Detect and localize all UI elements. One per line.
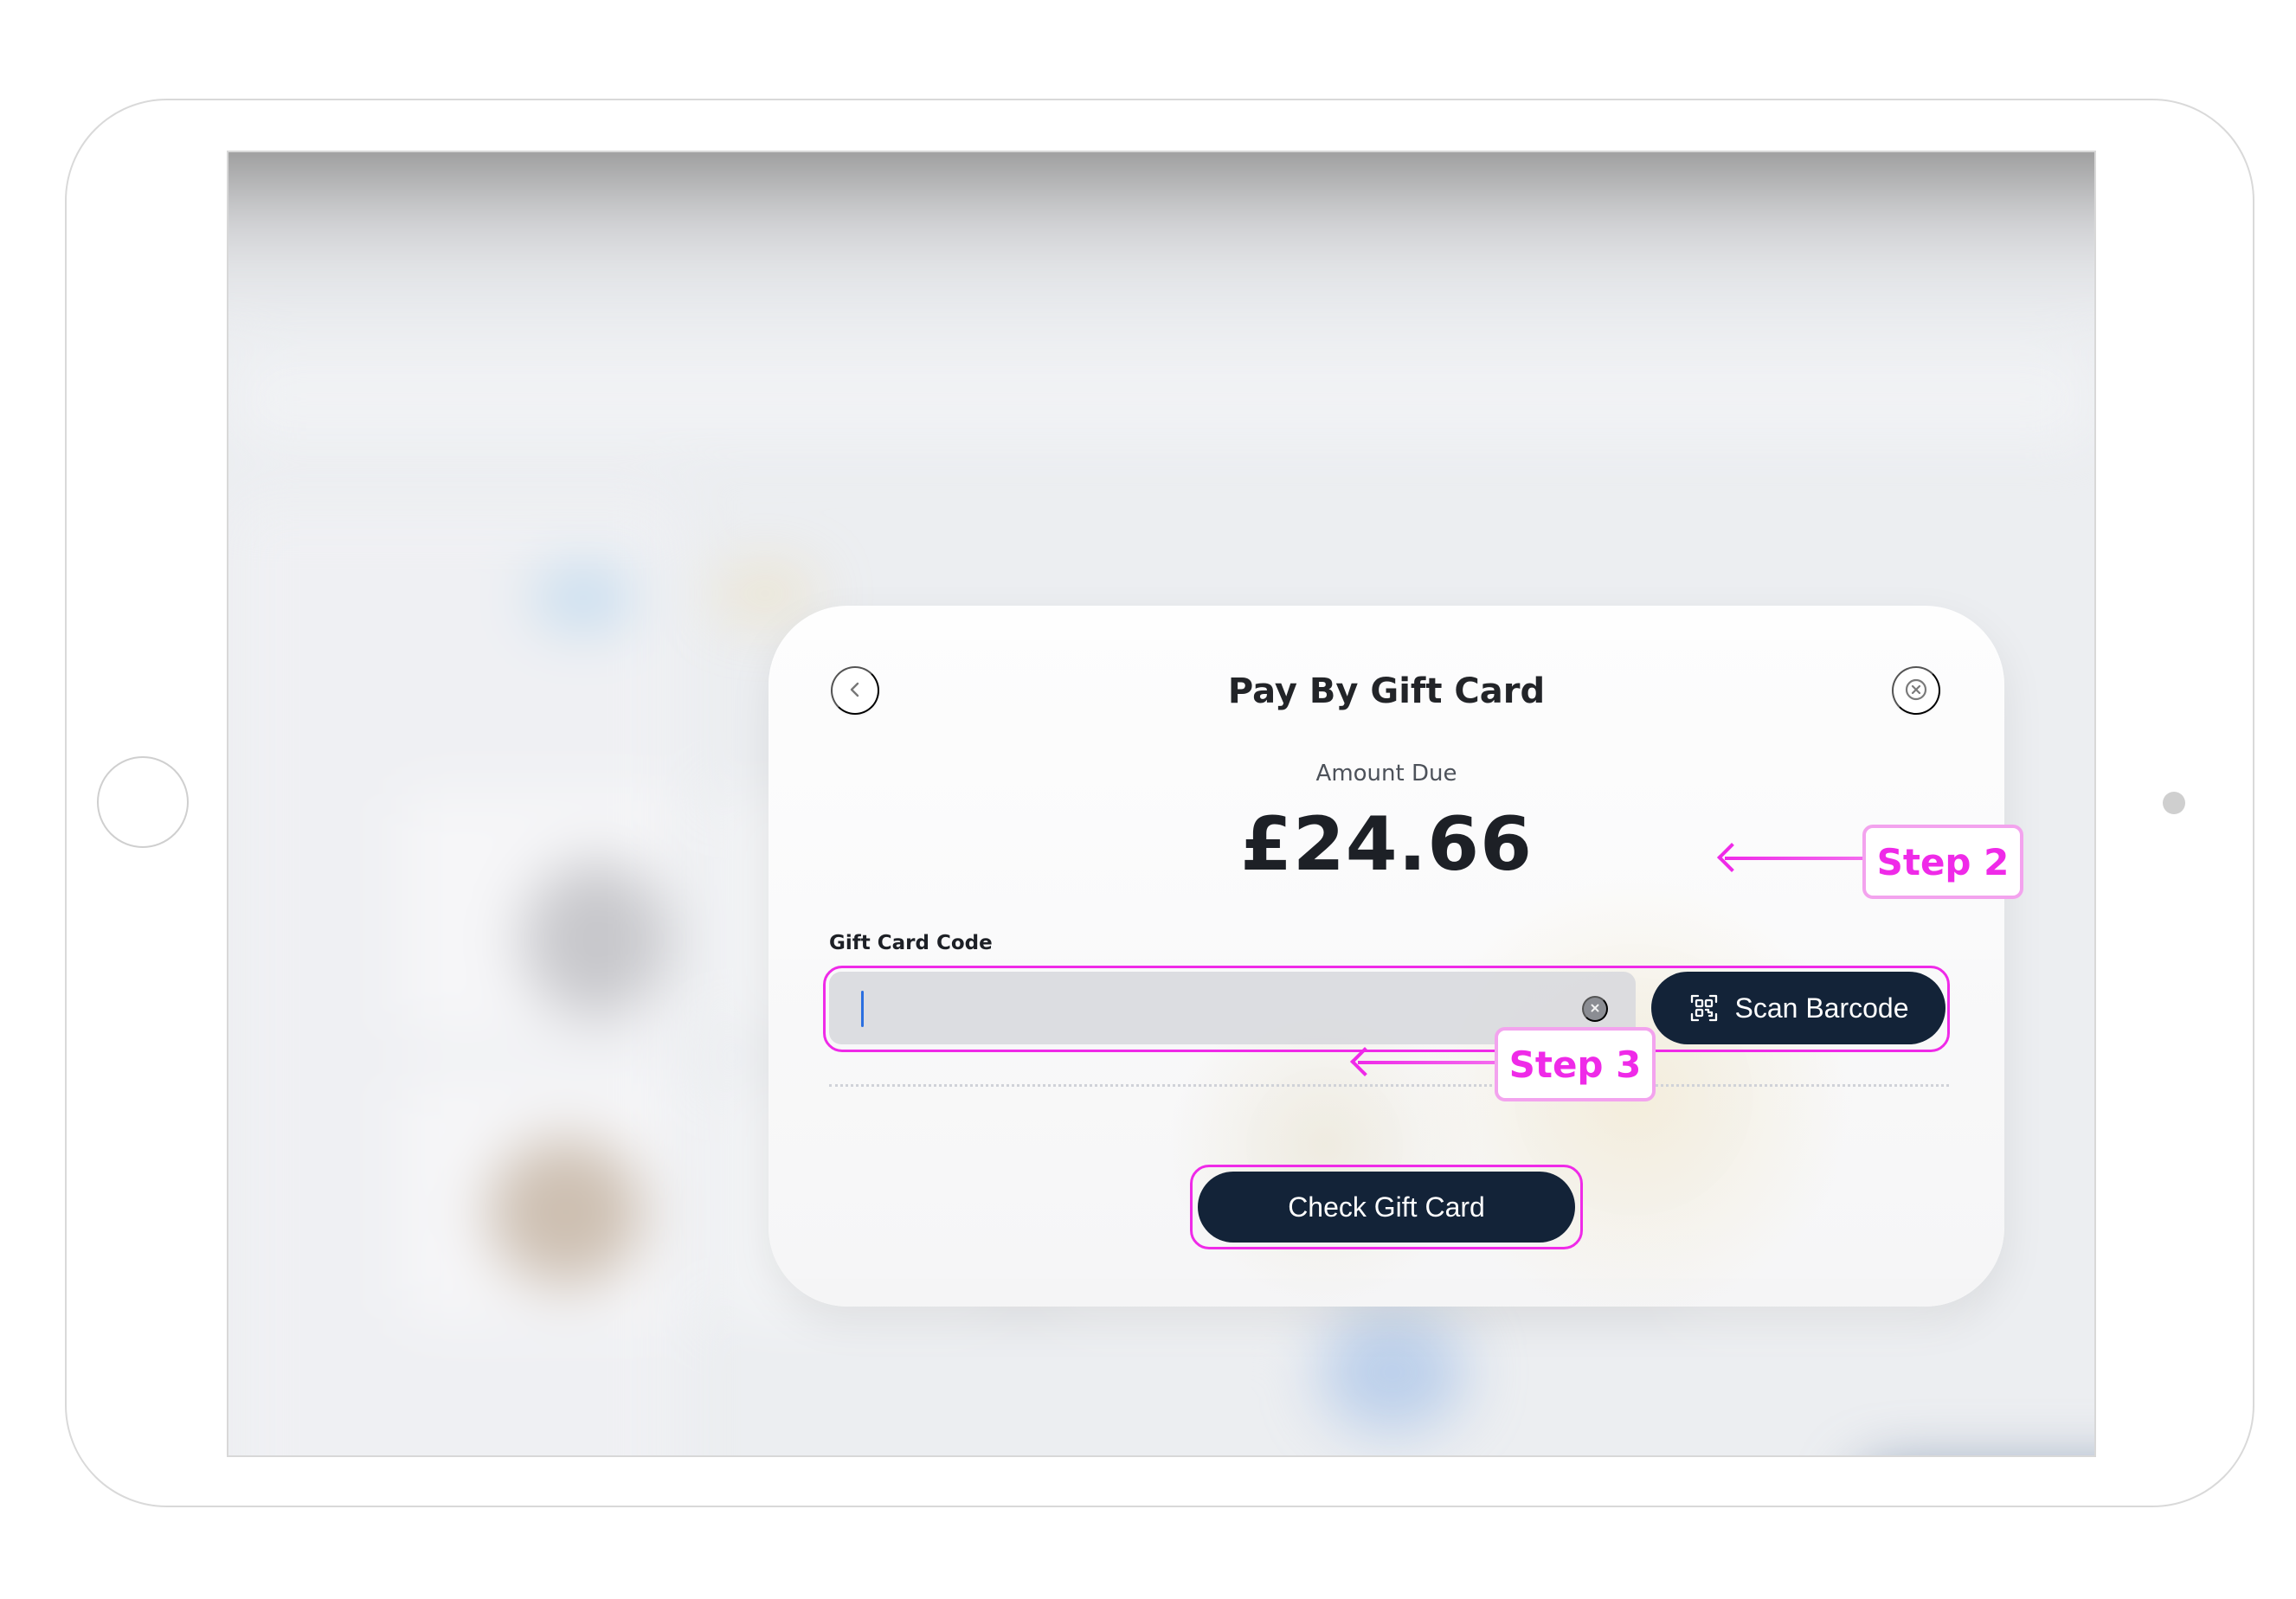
scan-barcode-label: Scan Barcode xyxy=(1734,992,1909,1024)
text-cursor xyxy=(861,991,864,1027)
screen: Pay By Gift Card Amount Due £24.66 Gift … xyxy=(227,151,2096,1457)
step-3-label: Step 3 xyxy=(1495,1027,1656,1101)
scan-barcode-button[interactable]: Scan Barcode xyxy=(1651,972,1945,1044)
modal-content: Pay By Gift Card Amount Due £24.66 Gift … xyxy=(769,606,2004,1307)
close-icon xyxy=(1903,677,1929,705)
step-3-arrow xyxy=(1358,1061,1496,1064)
blurred-header xyxy=(228,152,2094,317)
clear-input-button[interactable] xyxy=(1582,996,1608,1022)
blurred-toolbar xyxy=(237,360,2089,438)
close-button[interactable] xyxy=(1892,666,1940,715)
modal-title: Pay By Gift Card xyxy=(1227,671,1546,711)
page: Pay By Gift Card Amount Due £24.66 Gift … xyxy=(0,0,2296,1599)
check-gift-card-label: Check Gift Card xyxy=(1288,1191,1485,1223)
gift-card-code-input[interactable] xyxy=(865,982,1527,1036)
camera-dot xyxy=(2163,792,2185,814)
barcode-scan-icon xyxy=(1688,992,1720,1024)
step-2-arrow xyxy=(1725,857,1863,860)
blurred-image xyxy=(523,862,670,1018)
dotted-divider xyxy=(829,1084,1949,1087)
blurred-image xyxy=(531,568,635,628)
blurred-image xyxy=(488,1139,644,1286)
blurred-image xyxy=(1319,1312,1466,1433)
amount-due-value: £24.66 xyxy=(1240,801,1533,888)
step-2-label: Step 2 xyxy=(1862,825,2023,899)
amount-due-label: Amount Due xyxy=(1315,761,1457,787)
home-button[interactable] xyxy=(97,756,189,848)
check-gift-card-button[interactable]: Check Gift Card xyxy=(1198,1172,1575,1243)
pay-by-gift-card-modal: Pay By Gift Card Amount Due £24.66 Gift … xyxy=(769,606,2004,1307)
clear-icon xyxy=(1588,1001,1602,1018)
gift-card-code-label: Gift Card Code xyxy=(829,932,993,954)
